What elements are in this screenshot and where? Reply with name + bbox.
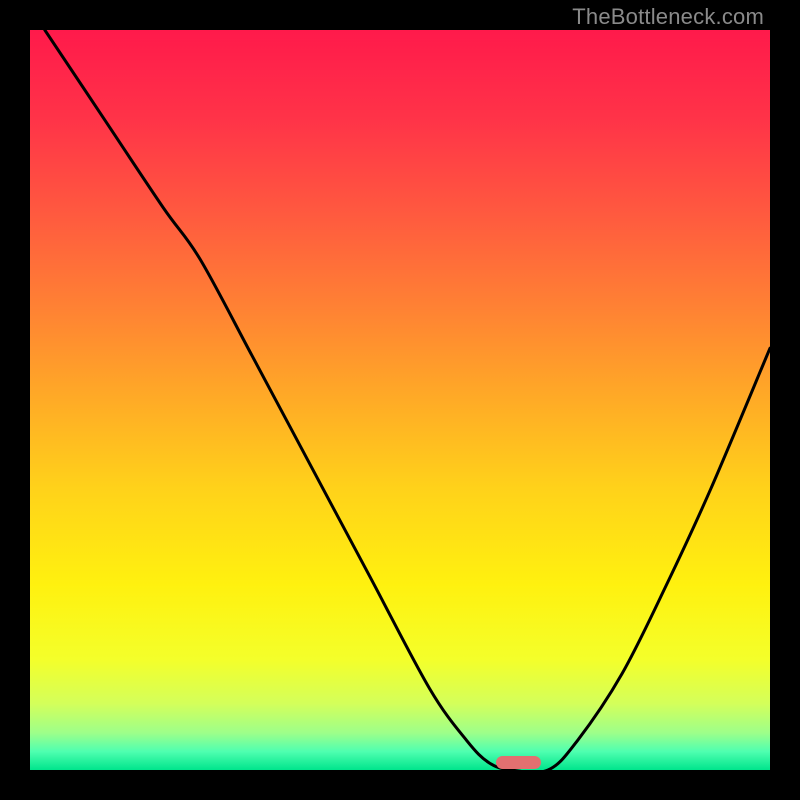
- plot-area: [30, 30, 770, 770]
- optimal-marker: [496, 756, 540, 769]
- frame: TheBottleneck.com: [0, 0, 800, 800]
- bottleneck-curve: [30, 30, 770, 770]
- watermark-text: TheBottleneck.com: [572, 4, 764, 30]
